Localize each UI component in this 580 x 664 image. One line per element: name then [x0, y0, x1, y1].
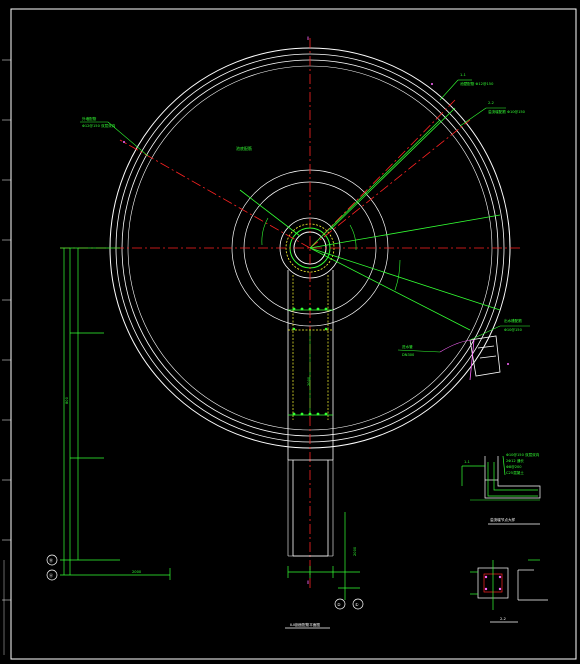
axis-b-label: Ⓑ	[49, 557, 53, 563]
callout-4-title: 进水管	[402, 344, 413, 349]
callout-0-text: Φ12@150 双层双向	[82, 123, 116, 128]
callout-1-text: 池壁配筋 Φ12@150	[460, 81, 494, 86]
axis-2-label: ②	[337, 602, 341, 607]
callout-leaders	[80, 79, 530, 353]
center-lines	[60, 38, 520, 590]
axis-1-label: ①	[355, 602, 359, 607]
weir-detail	[461, 455, 541, 525]
callout-4-text: DN300	[402, 353, 415, 357]
channel-dim: 2000	[307, 376, 311, 386]
axis-a-label: Ⓐ	[49, 572, 53, 578]
axis-top-label: Ⅱ	[307, 36, 309, 41]
outlet-pipe-detail	[469, 335, 501, 381]
radial-rebar	[239, 107, 501, 331]
callout-2-title: 2-2	[488, 101, 494, 105]
detail-note-3: C25混凝土	[506, 470, 524, 475]
leader-ticks	[123, 83, 509, 365]
drawing-canvas: Ⅱ Ⅱ 池底配筋 Ⓑ Ⓐ ② ① 外墙配筋 Φ12@150 双层双向 1-1 池…	[0, 0, 580, 664]
bottom-dim-vertical: 2000	[353, 546, 357, 556]
axis-bottom-label: Ⅱ	[307, 580, 309, 585]
callout-1-title: 1-1	[460, 73, 466, 77]
section-2-detail	[470, 559, 548, 623]
callout-3-title: 出水槽配筋	[504, 318, 522, 323]
cad-drawing: Ⅱ Ⅱ 池底配筋 Ⓑ Ⓐ ② ① 外墙配筋 Φ12@150 双层双向 1-1 池…	[2, 8, 577, 660]
callout-0-title: 外墙配筋	[82, 116, 97, 121]
center-label: 池底配筋	[236, 145, 252, 151]
callout-2-text: 溢流堰配筋 Φ10@150	[488, 109, 526, 114]
detail-caption: 溢流堰节点大样	[490, 517, 516, 522]
detail-note-1: 2Φ12 通长	[506, 458, 524, 463]
drawing-frame	[2, 8, 577, 660]
detail-note-2: Φ8@200	[506, 465, 522, 469]
left-dim-bottom: 2000	[132, 570, 142, 574]
detail-note-0: Φ10@150 双层双向	[506, 452, 540, 457]
drawing-title: Ⅱ-Ⅱ剖面配筋平面图	[290, 622, 320, 627]
left-dim-total: 800	[65, 396, 69, 404]
section-2-title: 2-2	[500, 617, 506, 621]
section-1-title: 1-1	[464, 460, 470, 464]
left-dimension-chain	[60, 247, 171, 580]
callout-3-text: Φ10@150	[504, 328, 523, 332]
